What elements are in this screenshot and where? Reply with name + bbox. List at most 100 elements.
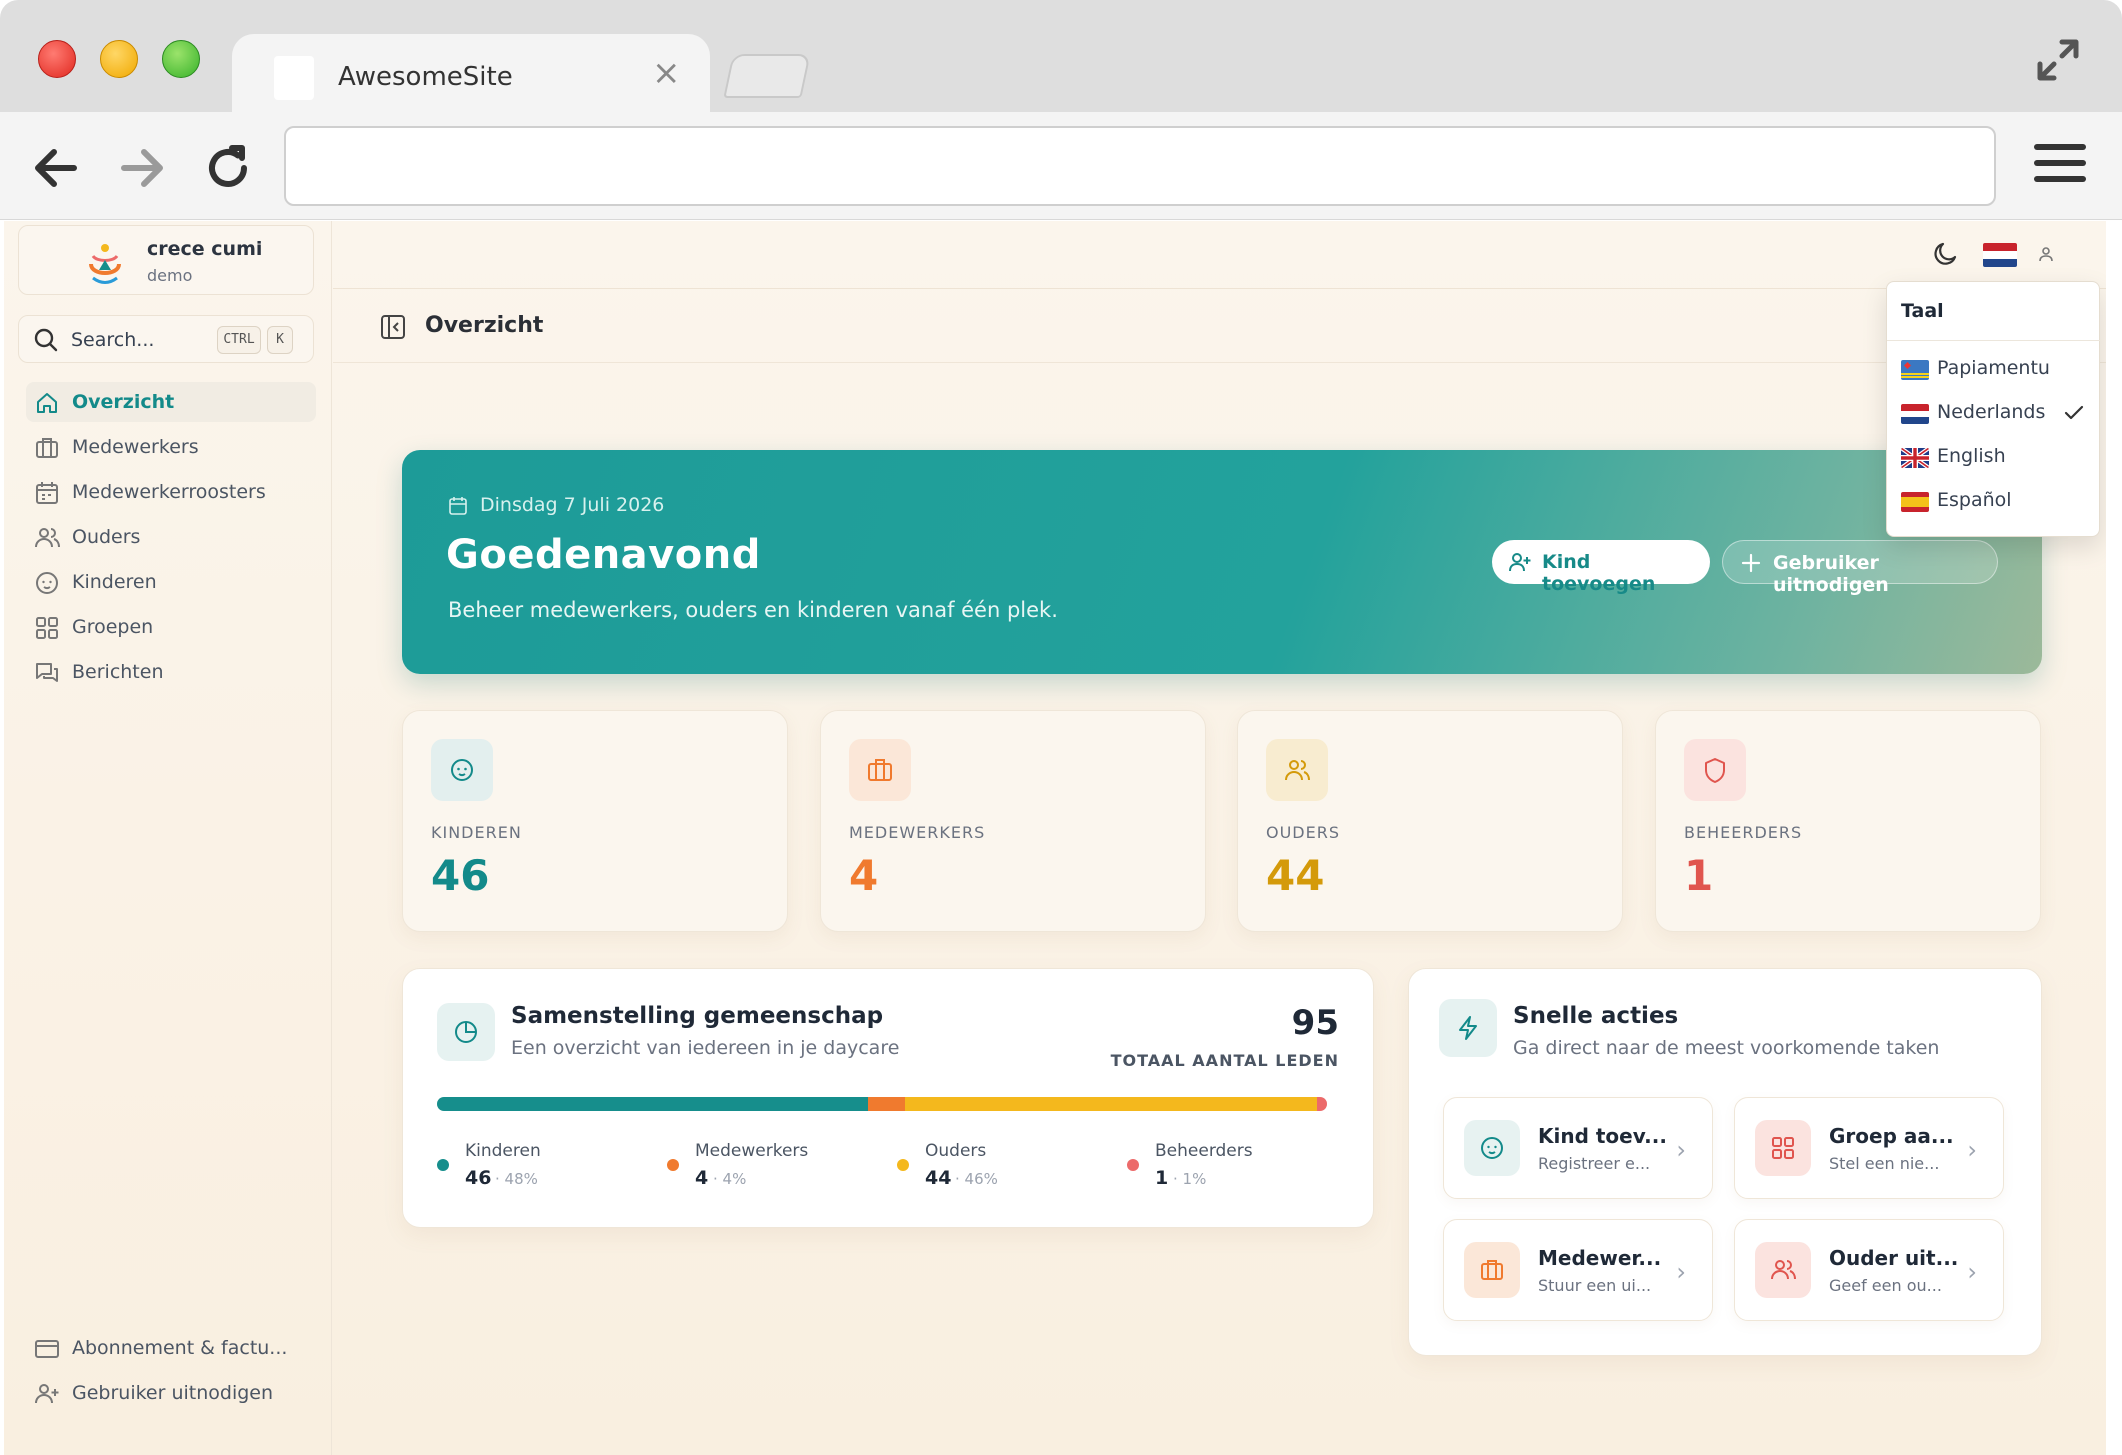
hero-subtitle: Beheer medewerkers, ouders en kinderen v… (448, 598, 1058, 622)
sidebar-item-medewerkerroosters[interactable]: Medewerkerroosters (26, 472, 316, 512)
qa-title: Ouder uit... (1829, 1246, 1959, 1270)
stat-value: 44 (1266, 851, 1325, 900)
sidebar-item-label: Groepen (72, 616, 154, 638)
close-tab-icon[interactable]: × (652, 56, 681, 90)
briefcase-icon (1481, 1260, 1503, 1280)
legend-name: Beheerders (1155, 1141, 1253, 1161)
new-tab-button[interactable] (723, 54, 811, 98)
legend-dot (897, 1159, 909, 1171)
stat-icon-bg (1684, 739, 1746, 801)
back-arrow-icon[interactable] (30, 142, 82, 194)
sidebar-item-ouders[interactable]: Ouders (26, 517, 316, 557)
page-header: Overzicht (333, 289, 2106, 363)
dark-mode-moon-icon[interactable] (1931, 239, 1961, 269)
hero-date: Dinsdag 7 Juli 2026 (480, 494, 665, 516)
language-flag-nl-icon[interactable] (1983, 243, 2017, 267)
reload-icon[interactable] (202, 142, 254, 194)
browser-menu-icon[interactable] (2034, 144, 2086, 188)
welcome-hero: Dinsdag 7 Juli 2026 Goedenavond Beheer m… (402, 450, 2042, 674)
sidebar-item-invite-user[interactable]: Gebruiker uitnodigen (26, 1373, 316, 1413)
maximize-window-button[interactable] (162, 40, 200, 78)
add-child-button[interactable]: Kind toevoegen (1492, 540, 1710, 595)
composition-total-label: TOTAAL AANTAL LEDEN (1110, 1051, 1339, 1070)
brand-switcher[interactable]: crece cumi demo (18, 225, 314, 295)
stat-label: KINDEREN (431, 823, 522, 842)
invite-user-button[interactable]: Gebruiker uitnodigen (1722, 540, 1998, 596)
search-input[interactable]: Search... CTRL K (18, 315, 314, 363)
brand-logo-icon (89, 244, 121, 284)
sidebar-toggle-icon[interactable] (379, 313, 407, 341)
user-avatar-icon[interactable] (2035, 243, 2057, 265)
qa-title: Medewer... (1538, 1246, 1662, 1270)
close-window-button[interactable] (38, 40, 76, 78)
chevron-right-icon: › (1967, 1136, 1977, 1164)
minimize-window-button[interactable] (100, 40, 138, 78)
add-child-label: Kind toevoegen (1542, 551, 1656, 595)
legend-value: 4 (695, 1167, 709, 1189)
kbd-ctrl: CTRL (217, 326, 261, 354)
legend-percent: · 46% (955, 1170, 998, 1188)
chevron-right-icon: › (1967, 1258, 1977, 1286)
search-placeholder: Search... (71, 329, 155, 351)
flag-aruba-icon (1901, 360, 1929, 380)
stat-card-medewerkers[interactable]: MEDEWERKERS 4 (820, 710, 1206, 932)
app-viewport: crece cumi demo Search... CTRL K Overzic… (4, 221, 2106, 1455)
language-option-papiamentu[interactable]: Papiamentu (1887, 348, 2101, 388)
browser-window: AwesomeSite × crece cumi demo Search... … (0, 0, 2122, 1455)
qa-icon-bg (1755, 1242, 1811, 1298)
legend-name: Kinderen (465, 1141, 541, 1161)
quick-action-add-group[interactable]: Groep aa... Stel een nie... › (1734, 1097, 2004, 1199)
qa-icon-bg (1464, 1120, 1520, 1176)
kbd-k: K (267, 326, 293, 354)
users-icon (1771, 1260, 1796, 1280)
composition-bar-segment-kinderen (437, 1097, 868, 1111)
sidebar-item-kinderen[interactable]: Kinderen (26, 562, 316, 602)
legend-percent: · 4% (713, 1170, 747, 1188)
sidebar-item-groepen[interactable]: Groepen (26, 607, 316, 647)
qa-title: Kind toev... (1538, 1124, 1667, 1148)
stat-icon-bg (1266, 739, 1328, 801)
legend-percent: · 48% (495, 1170, 538, 1188)
sidebar-item-label: Ouders (72, 526, 141, 548)
briefcase-icon (868, 759, 892, 781)
app-topbar (333, 221, 2106, 289)
language-option-espanol[interactable]: Español (1887, 480, 2101, 520)
sidebar-item-label: Abonnement & factu... (72, 1337, 288, 1359)
stat-icon-bg (849, 739, 911, 801)
stat-label: BEHEERDERS (1684, 823, 1803, 842)
stat-card-kinderen[interactable]: KINDEREN 46 (402, 710, 788, 932)
quick-action-invite-employee[interactable]: Medewer... Stuur een ui... › (1443, 1219, 1713, 1321)
lightning-icon (1459, 1016, 1477, 1040)
quick-actions-title: Snelle acties (1513, 1003, 1679, 1029)
sidebar-item-berichten[interactable]: Berichten (26, 652, 316, 692)
grid-icon (36, 617, 58, 639)
legend-value: 1 (1155, 1167, 1169, 1189)
language-option-label: Español (1937, 489, 2012, 511)
stat-value: 1 (1684, 851, 1714, 900)
qa-title: Groep aa... (1829, 1124, 1954, 1148)
quick-action-add-child[interactable]: Kind toev... Registreer e... › (1443, 1097, 1713, 1199)
chevron-right-icon: › (1676, 1258, 1686, 1286)
sidebar-item-label: Berichten (72, 661, 164, 683)
legend-dot (437, 1159, 449, 1171)
address-bar[interactable] (284, 126, 1996, 206)
messages-icon (36, 663, 58, 682)
stat-card-beheerders[interactable]: BEHEERDERS 1 (1655, 710, 2041, 932)
fullscreen-icon[interactable] (2034, 36, 2082, 84)
legend-value: 44 (925, 1167, 952, 1189)
language-option-nederlands[interactable]: Nederlands (1887, 392, 2101, 432)
legend-dot (1127, 1159, 1139, 1171)
sidebar-item-overzicht[interactable]: Overzicht (26, 382, 316, 422)
flag-nl-icon (1901, 404, 1929, 424)
sidebar-item-abonnement[interactable]: Abonnement & factu... (26, 1328, 316, 1368)
forward-arrow-icon[interactable] (116, 142, 168, 194)
quick-actions-card: Snelle acties Ga direct naar de meest vo… (1408, 968, 2042, 1356)
stat-icon-bg (431, 739, 493, 801)
plus-icon (1741, 553, 1761, 573)
pie-chart-icon (455, 1021, 477, 1043)
quick-action-invite-parent[interactable]: Ouder uit... Geef een ou... › (1734, 1219, 2004, 1321)
stat-card-ouders[interactable]: OUDERS 44 (1237, 710, 1623, 932)
sidebar-item-medewerkers[interactable]: Medewerkers (26, 427, 316, 467)
user-plus-icon (1509, 553, 1531, 572)
language-option-english[interactable]: English (1887, 436, 2101, 476)
